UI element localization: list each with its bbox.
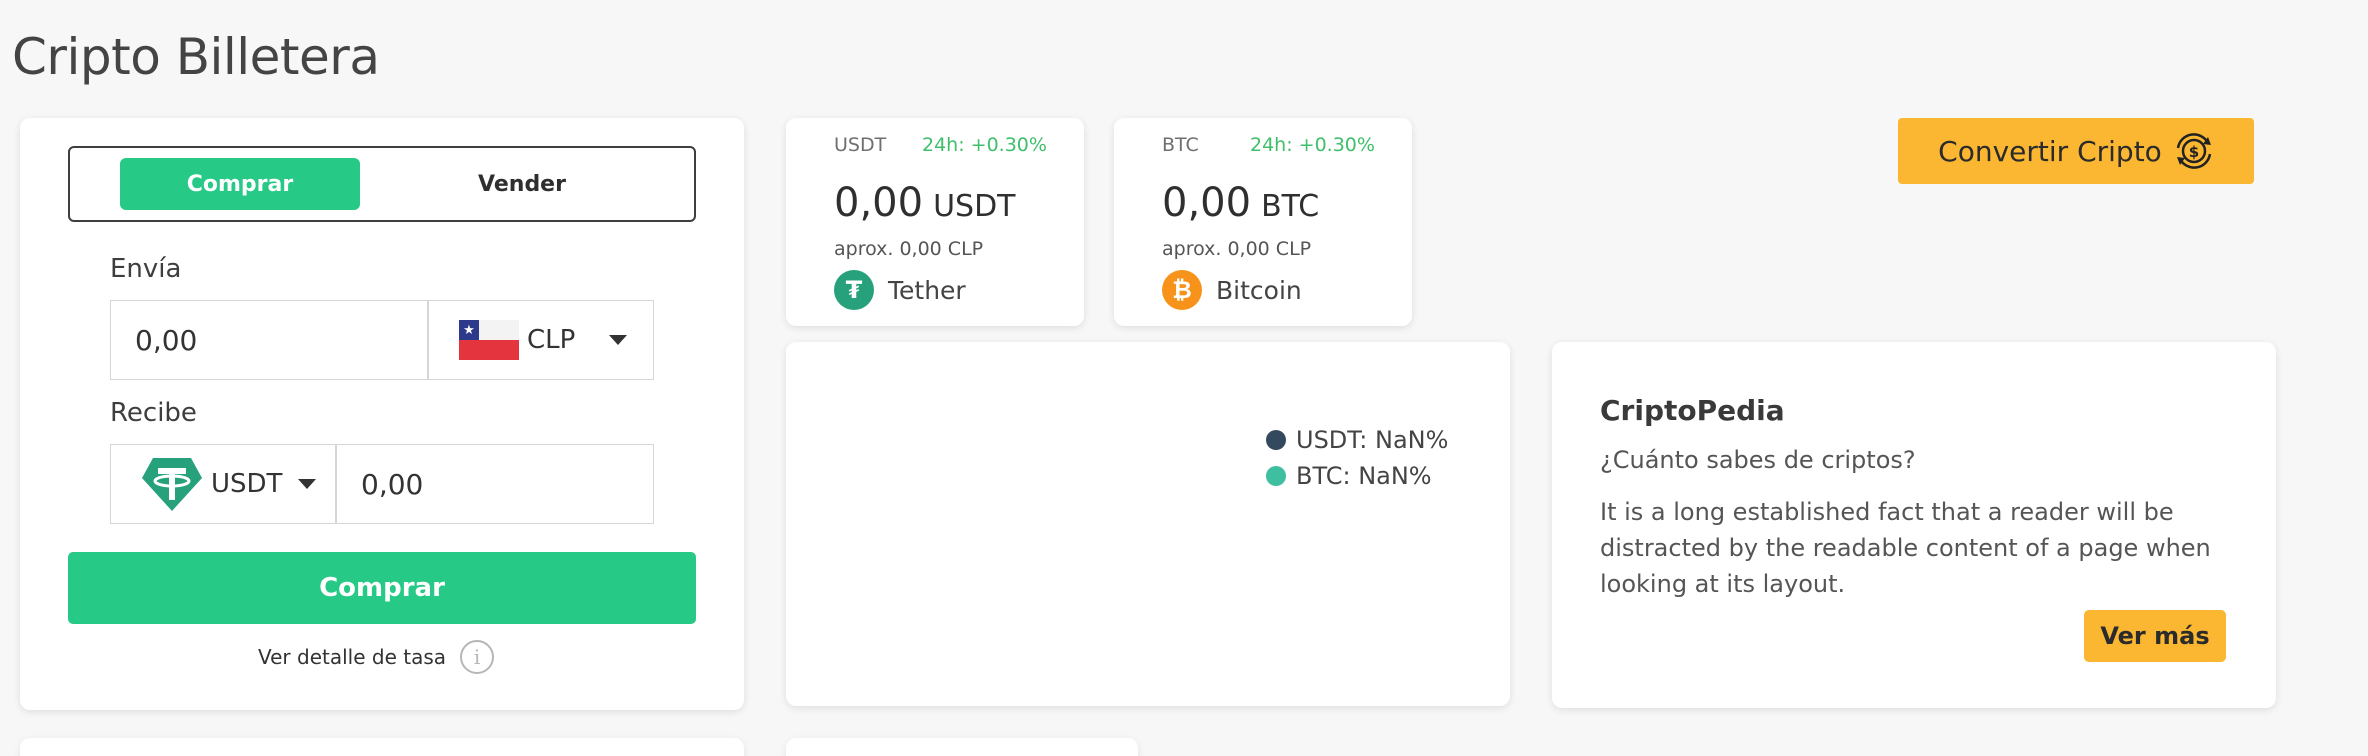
send-amount-input[interactable]: 0,00 <box>110 300 428 380</box>
balance-approx: aprox. 0,00 CLP <box>1162 238 1312 260</box>
receive-amount-input[interactable]: 0,00 <box>336 444 654 524</box>
coin-name: ₮ Tether <box>834 270 966 310</box>
tether-icon <box>142 458 202 511</box>
balance-card-btc[interactable]: BTC 24h: +0.30% 0,00 BTC aprox. 0,00 CLP … <box>1114 118 1412 326</box>
balance-symbol: USDT <box>834 134 887 156</box>
page-title: Cripto Billetera <box>12 28 380 86</box>
balance-amount: 0,00 BTC <box>1162 180 1320 226</box>
balance-approx: aprox. 0,00 CLP <box>834 238 984 260</box>
criptopedia-body: It is a long established fact that a rea… <box>1600 498 2211 598</box>
bottom-card <box>786 738 1138 756</box>
tab-buy[interactable]: Comprar <box>120 158 360 210</box>
balance-amount: 0,00 USDT <box>834 180 1016 226</box>
convert-crypto-label: Convertir Cripto <box>1938 134 2162 168</box>
send-currency-label: CLP <box>527 325 576 355</box>
criptopedia-subtitle: ¿Cuánto sabes de criptos? <box>1600 446 1916 474</box>
receive-currency-label: USDT <box>211 469 283 499</box>
legend-item-btc: BTC: NaN% <box>1266 462 1432 490</box>
balance-change: 24h: +0.30% <box>922 134 1047 156</box>
convert-crypto-icon: $ <box>2176 133 2212 169</box>
balance-symbol: BTC <box>1162 134 1199 156</box>
balance-card-usdt[interactable]: USDT 24h: +0.30% 0,00 USDT aprox. 0,00 CL… <box>786 118 1084 326</box>
receive-currency-select[interactable]: USDT <box>110 444 336 524</box>
legend-item-usdt: USDT: NaN% <box>1266 426 1448 454</box>
rate-detail-label: Ver detalle de tasa <box>258 645 447 669</box>
legend-dot-icon <box>1266 466 1286 486</box>
send-currency-select[interactable]: ★ CLP <box>428 300 654 380</box>
send-label: Envía <box>110 254 182 284</box>
bottom-card <box>20 738 744 756</box>
info-icon[interactable]: i <box>460 640 495 674</box>
bitcoin-icon: ₿ <box>1162 270 1202 310</box>
receive-label: Recibe <box>110 398 197 428</box>
tab-sell[interactable]: Vender <box>402 158 642 210</box>
chile-flag-icon: ★ <box>459 320 519 360</box>
legend-dot-icon <box>1266 430 1286 450</box>
criptopedia-title: CriptoPedia <box>1600 394 1785 427</box>
coin-name: ₿ Bitcoin <box>1162 270 1302 310</box>
buy-button[interactable]: Comprar <box>68 552 696 624</box>
chevron-down-icon <box>298 479 317 489</box>
rate-detail-link[interactable]: Ver detalle de tasa i <box>258 640 495 674</box>
balance-change: 24h: +0.30% <box>1250 134 1375 156</box>
convert-crypto-button[interactable]: Convertir Cripto $ <box>1898 118 2254 184</box>
criptopedia-card: CriptoPedia ¿Cuánto sabes de criptos? It… <box>1552 342 2276 708</box>
portfolio-chart-card: USDT: NaN% BTC: NaN% <box>786 342 1510 706</box>
svg-text:$: $ <box>2189 143 2199 161</box>
tether-icon: ₮ <box>834 270 874 310</box>
chevron-down-icon <box>609 335 628 345</box>
buy-sell-toggle: Comprar Vender <box>68 146 696 222</box>
see-more-button[interactable]: Ver más <box>2084 610 2226 662</box>
